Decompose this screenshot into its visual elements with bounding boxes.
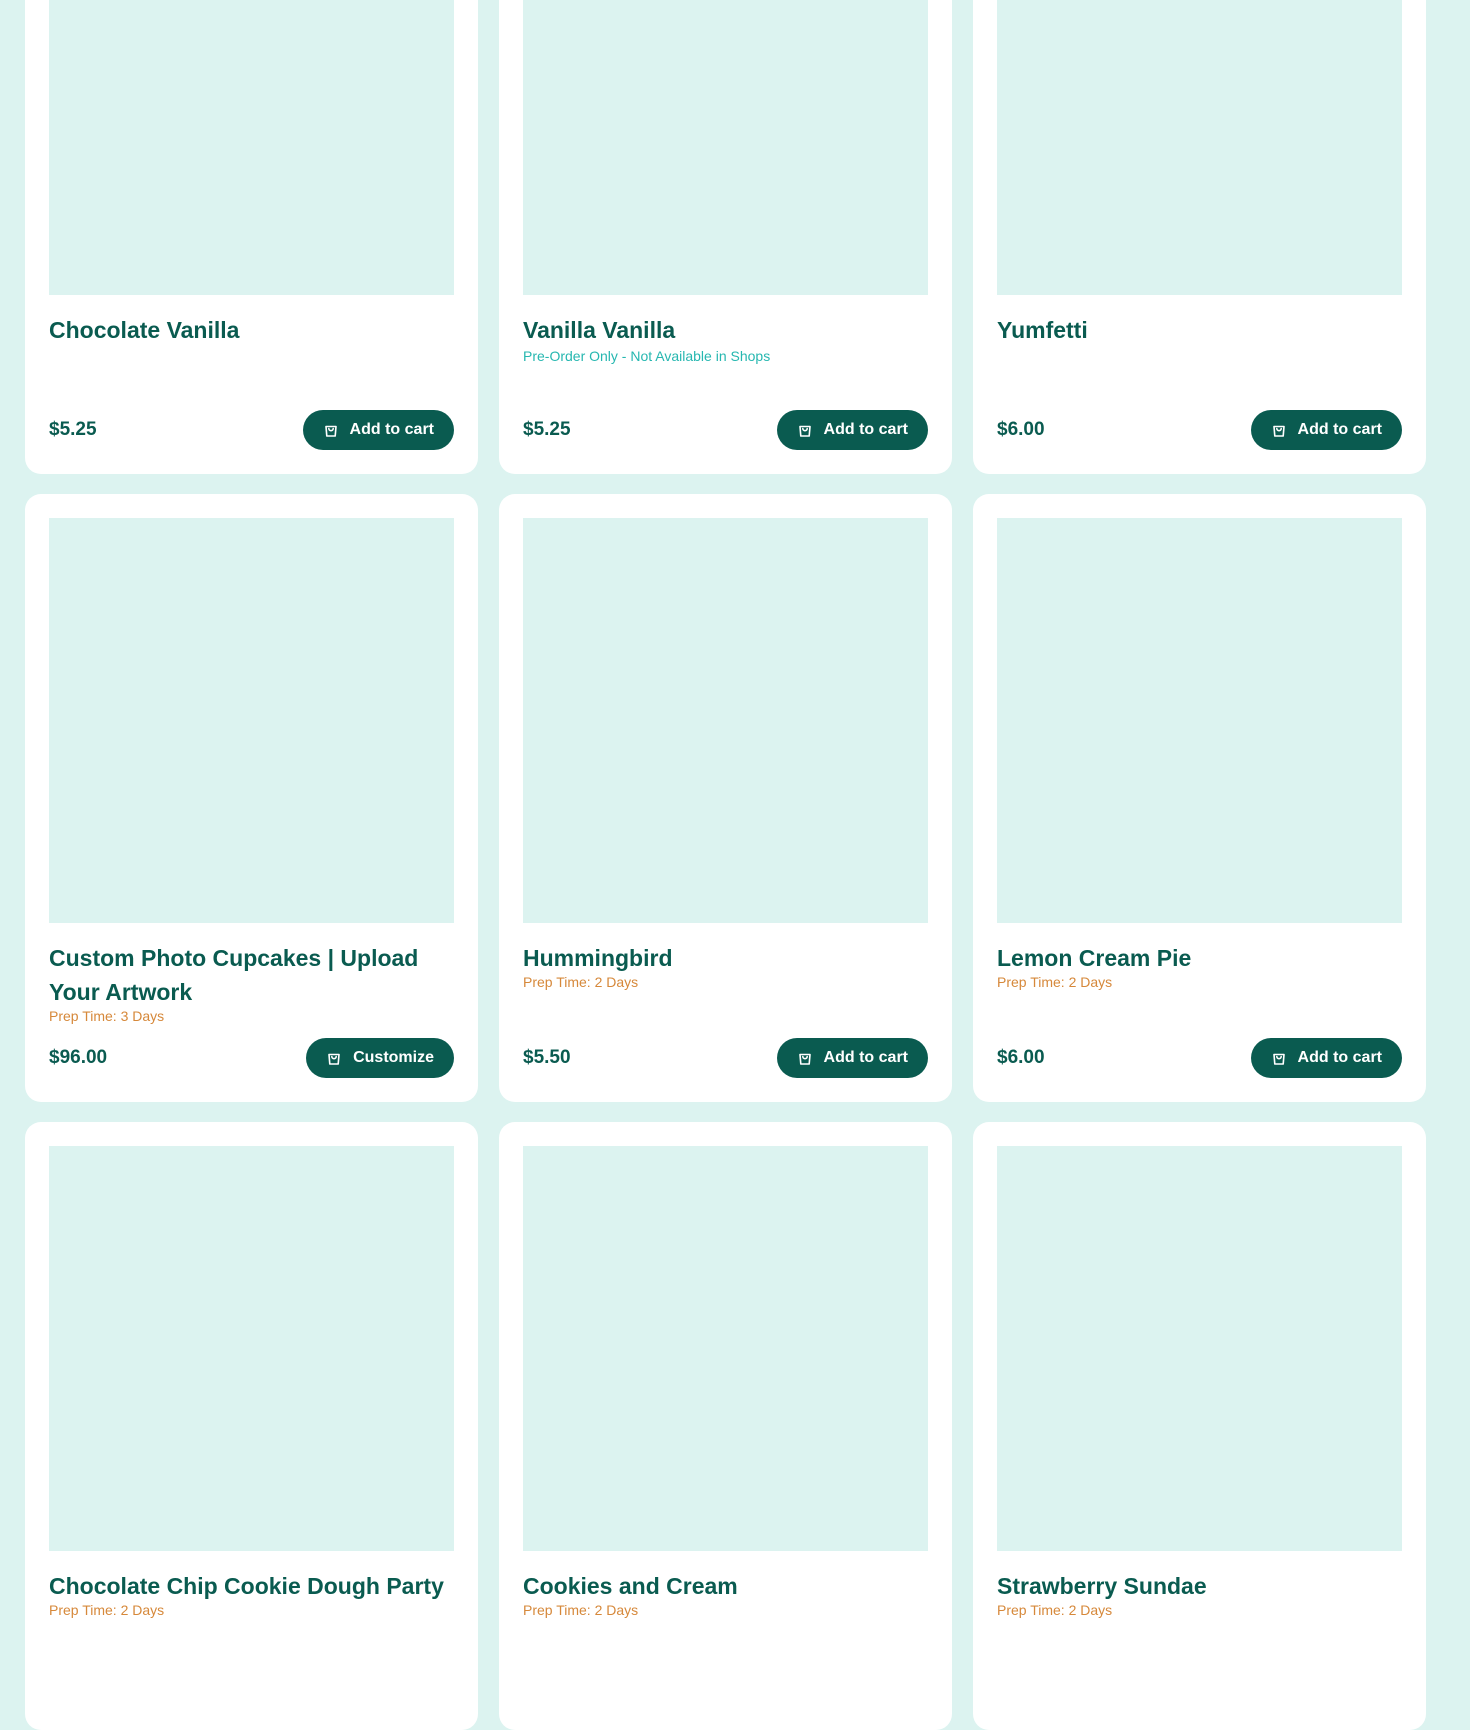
- product-price: $5.25: [49, 419, 97, 440]
- product-card[interactable]: Lemon Cream Pie Prep Time: 2 Days $6.00 …: [973, 494, 1426, 1102]
- shopping-bag-icon: [1271, 422, 1287, 438]
- button-label: Add to cart: [823, 421, 908, 438]
- product-price: $6.00: [997, 1047, 1045, 1068]
- shopping-bag-icon: [797, 1050, 813, 1066]
- product-card[interactable]: Cookies and Cream Prep Time: 2 Days: [499, 1122, 952, 1730]
- product-price: $96.00: [49, 1047, 108, 1068]
- product-image[interactable]: [49, 1146, 454, 1551]
- add-to-cart-button[interactable]: Add to cart: [1250, 1038, 1402, 1078]
- button-label: Add to cart: [1297, 1049, 1382, 1066]
- product-image[interactable]: [523, 0, 928, 295]
- prep-time: Prep Time: 2 Days: [523, 1602, 639, 1618]
- product-name[interactable]: Chocolate Vanilla: [49, 313, 454, 347]
- product-grid: Chocolate Vanilla $5.25 Add to cart Vani…: [25, 0, 1426, 1730]
- product-card[interactable]: Chocolate Chip Cookie Dough Party Prep T…: [25, 1122, 478, 1730]
- product-name[interactable]: Chocolate Chip Cookie Dough Party: [49, 1569, 454, 1603]
- product-image[interactable]: [997, 1146, 1402, 1551]
- product-card[interactable]: Strawberry Sundae Prep Time: 2 Days: [973, 1122, 1426, 1730]
- product-card[interactable]: Yumfetti $6.00 Add to cart: [973, 0, 1426, 474]
- add-to-cart-button[interactable]: Add to cart: [302, 410, 454, 450]
- prep-time: Prep Time: 2 Days: [49, 1602, 165, 1618]
- add-to-cart-button[interactable]: Add to cart: [776, 410, 928, 450]
- availability-note: Pre-Order Only - Not Available in Shops: [523, 348, 771, 364]
- product-image[interactable]: [523, 1146, 928, 1551]
- prep-time: Prep Time: 2 Days: [523, 974, 639, 990]
- button-label: Add to cart: [823, 1049, 908, 1066]
- product-image[interactable]: [997, 518, 1402, 923]
- product-price: $5.25: [523, 419, 571, 440]
- prep-time: Prep Time: 3 Days: [49, 1008, 165, 1024]
- product-card[interactable]: Vanilla Vanilla Pre-Order Only - Not Ava…: [499, 0, 952, 474]
- product-name[interactable]: Yumfetti: [997, 313, 1402, 347]
- product-card[interactable]: Chocolate Vanilla $5.25 Add to cart: [25, 0, 478, 474]
- add-to-cart-button[interactable]: Add to cart: [1250, 410, 1402, 450]
- product-price: $6.00: [997, 419, 1045, 440]
- product-card[interactable]: Custom Photo Cupcakes | Upload Your Artw…: [25, 494, 478, 1102]
- product-card[interactable]: Hummingbird Prep Time: 2 Days $5.50 Add …: [499, 494, 952, 1102]
- product-image[interactable]: [49, 0, 454, 295]
- product-image[interactable]: [49, 518, 454, 923]
- prep-time: Prep Time: 2 Days: [997, 974, 1113, 990]
- product-name[interactable]: Custom Photo Cupcakes | Upload Your Artw…: [49, 941, 454, 1009]
- product-image[interactable]: [523, 518, 928, 923]
- button-label: Add to cart: [349, 421, 434, 438]
- product-price: $5.50: [523, 1047, 571, 1068]
- product-name[interactable]: Vanilla Vanilla: [523, 313, 928, 347]
- product-name[interactable]: Hummingbird: [523, 941, 928, 975]
- shopping-bag-icon: [323, 422, 339, 438]
- button-label: Add to cart: [1297, 421, 1382, 438]
- prep-time: Prep Time: 2 Days: [997, 1602, 1113, 1618]
- button-label: Customize: [353, 1049, 434, 1066]
- product-name[interactable]: Cookies and Cream: [523, 1569, 928, 1603]
- customize-button[interactable]: Customize: [306, 1038, 454, 1078]
- product-image[interactable]: [997, 0, 1402, 295]
- shopping-bag-icon: [1271, 1050, 1287, 1066]
- shopping-bag-icon: [797, 422, 813, 438]
- shopping-bag-icon: [326, 1050, 342, 1066]
- product-name[interactable]: Lemon Cream Pie: [997, 941, 1402, 975]
- add-to-cart-button[interactable]: Add to cart: [776, 1038, 928, 1078]
- product-name[interactable]: Strawberry Sundae: [997, 1569, 1402, 1603]
